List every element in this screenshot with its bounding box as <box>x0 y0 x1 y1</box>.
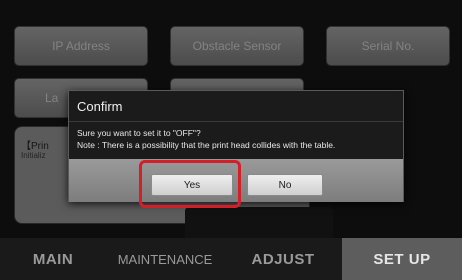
device-screen: IP Address Obstacle Sensor Serial No. La… <box>0 0 462 280</box>
dialog-message-line2: Note : There is a possibility that the p… <box>77 140 336 150</box>
dialog-message-line1: Sure you want to set it to "OFF"? <box>77 128 201 138</box>
dialog-divider <box>69 121 403 122</box>
tab-adjust[interactable]: ADJUST <box>224 238 342 280</box>
tab-maintenance[interactable]: MAINTENANCE <box>106 238 224 280</box>
footer-tab-bar: MAIN MAINTENANCE ADJUST SET UP <box>0 238 462 280</box>
dialog-title: Confirm <box>77 99 123 114</box>
tab-setup[interactable]: SET UP <box>342 238 462 280</box>
no-button[interactable]: No <box>247 174 323 196</box>
yes-button-highlight <box>139 160 241 208</box>
tab-main[interactable]: MAIN <box>0 238 106 280</box>
